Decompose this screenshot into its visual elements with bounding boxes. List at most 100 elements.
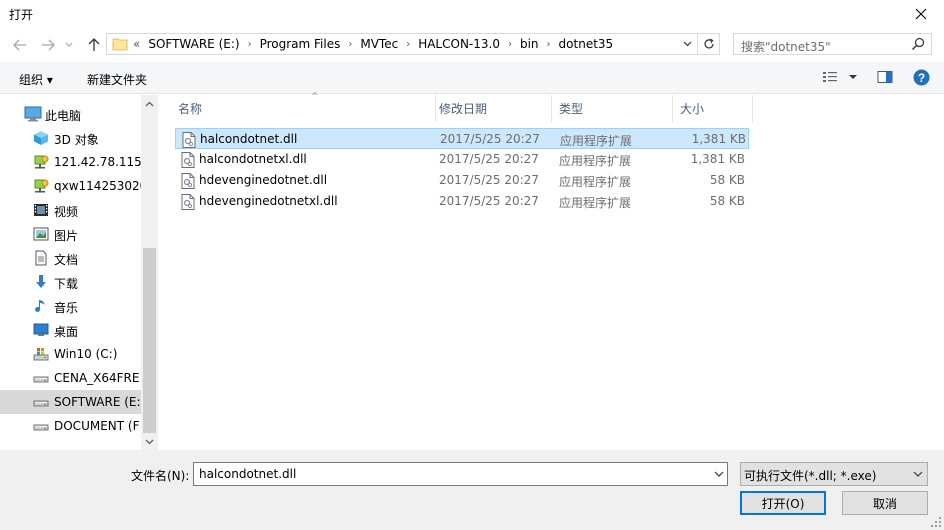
- sidebar-item[interactable]: CENA_X64FRE: [0, 366, 141, 390]
- svg-text:?: ?: [918, 71, 925, 85]
- filetype-select[interactable]: 可执行文件(*.dll; *.exe): [740, 462, 928, 486]
- sidebar-item[interactable]: 121.42.78.115: [0, 150, 142, 174]
- chevron-down-icon: [65, 42, 73, 47]
- recent-locations-button[interactable]: [62, 36, 76, 54]
- cancel-button[interactable]: 取消: [842, 491, 928, 515]
- open-button[interactable]: 打开(O): [740, 491, 826, 515]
- change-view-button[interactable]: [822, 70, 838, 87]
- file-date: 2017/5/25 20:27: [439, 194, 539, 208]
- filename-label: 文件名(N):: [131, 469, 190, 483]
- column-header-size[interactable]: 大小: [673, 95, 753, 122]
- navigation-pane: 此电脑 3D 对象 121.42.78.115 qxw114253020 视频图片文档下…: [0, 95, 158, 450]
- sidebar-item[interactable]: DOCUMENT (F: [0, 414, 141, 438]
- breadcrumb-item[interactable]: dotnet35: [559, 37, 614, 51]
- search-box[interactable]: 搜索"dotnet35": [733, 33, 932, 55]
- column-header-date[interactable]: 修改日期: [432, 95, 552, 122]
- dll-file-icon: [181, 173, 195, 192]
- refresh-button[interactable]: [697, 34, 719, 54]
- new-folder-button[interactable]: 新建文件夹: [87, 71, 147, 88]
- organize-button[interactable]: 组织 ▾: [19, 71, 53, 88]
- help-button[interactable]: ?: [913, 69, 930, 89]
- close-button[interactable]: [898, 0, 944, 28]
- breadcrumb-item[interactable]: bin: [520, 37, 539, 51]
- breadcrumb-overflow[interactable]: «: [133, 37, 140, 51]
- address-dropdown-button[interactable]: [679, 36, 695, 52]
- video-icon: [33, 202, 49, 218]
- sidebar-item[interactable]: 此电脑: [0, 102, 141, 126]
- sidebar-item[interactable]: 视频: [0, 198, 141, 222]
- filename-input[interactable]: halcondotnet.dll: [193, 462, 728, 486]
- file-size: 58 KB: [709, 194, 745, 208]
- file-name: halcondotnet.dll: [200, 132, 298, 146]
- back-button[interactable]: [10, 36, 30, 54]
- file-row[interactable]: hdevenginedotnet.dll 2017/5/25 20:27 应用程序扩…: [175, 170, 749, 191]
- filename-value: halcondotnet.dll: [199, 467, 297, 481]
- sidebar-item[interactable]: 桌面: [0, 318, 141, 342]
- file-date: 2017/5/25 20:27: [440, 132, 540, 146]
- 3d-objects-icon: [33, 130, 49, 146]
- breadcrumb-item[interactable]: SOFTWARE (E:): [148, 37, 239, 51]
- sidebar-item[interactable]: 文档: [0, 246, 141, 270]
- resize-grip-icon[interactable]: [930, 516, 942, 528]
- view-options-dropdown[interactable]: [848, 70, 858, 87]
- sidebar-item[interactable]: Win10 (C:): [0, 342, 141, 366]
- filename-history-dropdown[interactable]: [714, 467, 724, 484]
- up-button[interactable]: [84, 36, 104, 54]
- sidebar-item[interactable]: 下载: [0, 270, 141, 294]
- chevron-right-icon[interactable]: ›: [348, 39, 352, 50]
- column-header-name[interactable]: 名称 ^: [171, 92, 436, 122]
- file-row[interactable]: hdevenginedotnetxl.dll 2017/5/25 20:27 应用程…: [175, 191, 749, 212]
- sidebar-item-label: 图片: [54, 229, 79, 243]
- arrow-up-icon: [88, 38, 100, 51]
- sidebar-item[interactable]: 图片: [0, 222, 141, 246]
- chevron-right-icon[interactable]: ›: [406, 39, 410, 50]
- preview-pane-button[interactable]: [877, 70, 893, 87]
- file-row[interactable]: halcondotnetxl.dll 2017/5/25 20:27 应用程序扩展 1…: [175, 149, 749, 170]
- chevron-right-icon[interactable]: ›: [508, 39, 512, 50]
- title-bar: 打开: [0, 0, 944, 28]
- download-icon: [33, 274, 49, 290]
- documents-icon: [33, 250, 49, 266]
- forward-button[interactable]: [38, 36, 58, 54]
- breadcrumb-item[interactable]: Program Files: [260, 37, 341, 51]
- scroll-down-button[interactable]: [141, 433, 158, 450]
- dll-file-icon: [181, 194, 195, 213]
- drive-icon: [33, 418, 49, 434]
- desktop-icon: [33, 322, 49, 338]
- sidebar-item-label: 下载: [54, 277, 79, 291]
- sidebar-item-label: 此电脑: [45, 109, 82, 123]
- search-placeholder: 搜索"dotnet35": [741, 40, 831, 54]
- sidebar-item[interactable]: qxw114253020: [0, 174, 147, 198]
- file-type: 应用程序扩展: [559, 175, 632, 189]
- folder-icon: [112, 38, 128, 51]
- chevron-down-icon: [683, 41, 691, 47]
- network-drive-icon: [33, 154, 49, 170]
- scroll-thumb[interactable]: [143, 248, 156, 433]
- sidebar-item[interactable]: 音乐: [0, 294, 141, 318]
- sidebar-item-label: Win10 (C:): [54, 347, 118, 361]
- scroll-up-button[interactable]: [141, 95, 158, 112]
- file-size: 1,381 KB: [691, 132, 746, 146]
- music-icon: [33, 298, 49, 314]
- sidebar-item-label: qxw114253020: [54, 179, 148, 193]
- file-date: 2017/5/25 20:27: [439, 173, 539, 187]
- sidebar-item[interactable]: SOFTWARE (E:): [0, 390, 145, 414]
- chevron-right-icon[interactable]: ›: [547, 39, 551, 50]
- file-size: 1,381 KB: [690, 152, 745, 166]
- breadcrumb-item[interactable]: HALCON-13.0: [418, 37, 500, 51]
- filetype-value: 可执行文件(*.dll; *.exe): [744, 469, 877, 483]
- system-drive-icon: [33, 346, 49, 362]
- file-date: 2017/5/25 20:27: [439, 152, 539, 166]
- chevron-right-icon[interactable]: ›: [248, 39, 252, 50]
- cancel-button-label: 取消: [872, 496, 897, 511]
- navigation-pane-scrollbar[interactable]: [141, 95, 158, 450]
- breadcrumb-item[interactable]: MVTec: [360, 37, 398, 51]
- command-toolbar: 组织 ▾ 新建文件夹 ?: [0, 62, 944, 94]
- sidebar-item[interactable]: 3D 对象: [0, 126, 141, 150]
- file-name: hdevenginedotnet.dll: [199, 173, 328, 187]
- file-name: hdevenginedotnetxl.dll: [199, 194, 338, 208]
- column-header-type[interactable]: 类型: [552, 95, 673, 122]
- file-row[interactable]: halcondotnet.dll 2017/5/25 20:27 应用程序扩展 1,3…: [175, 128, 749, 149]
- address-bar[interactable]: « SOFTWARE (E:) › Program Files › MVTec › H…: [106, 33, 720, 55]
- sidebar-item-label: DOCUMENT (F: [54, 419, 140, 433]
